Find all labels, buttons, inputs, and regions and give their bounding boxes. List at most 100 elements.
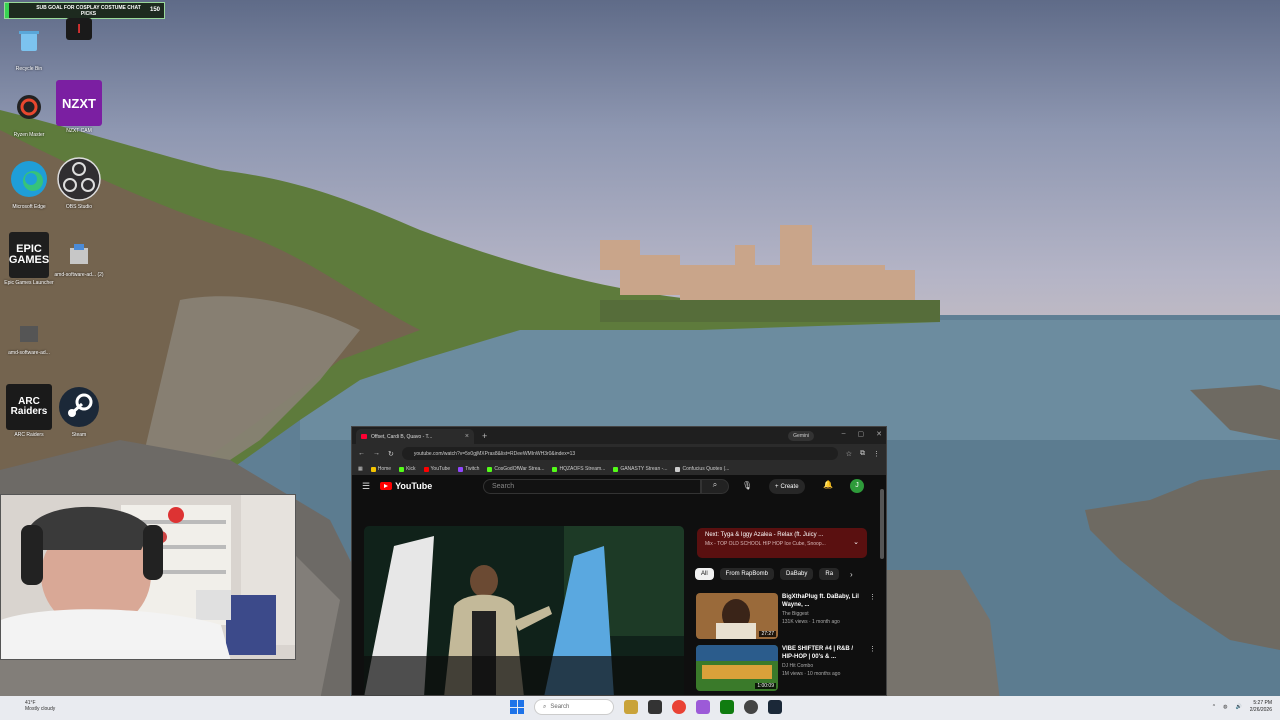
- desktop-icon-edge[interactable]: Microsoft Edge: [4, 156, 54, 210]
- bookmark-star-icon[interactable]: ☆: [846, 450, 852, 458]
- app-icon[interactable]: [696, 700, 710, 714]
- youtube-logo-text: YouTube: [395, 481, 433, 491]
- bookmark-item[interactable]: Twitch: [458, 466, 479, 472]
- scrollbar[interactable]: [880, 489, 884, 559]
- weather-widget[interactable]: 41°F Mostly cloudy: [25, 700, 55, 712]
- bookmark-item[interactable]: Kick: [399, 466, 416, 472]
- notifications-bell-icon[interactable]: 🔔: [823, 480, 833, 489]
- new-tab-button[interactable]: +: [482, 431, 487, 441]
- youtube-search-input[interactable]: Search: [483, 479, 701, 494]
- channel-name[interactable]: The Biggest: [782, 611, 876, 617]
- sub-goal-progress: [5, 3, 9, 18]
- duration-badge: 1:00:09: [755, 683, 776, 689]
- chrome-icon[interactable]: [672, 700, 686, 714]
- network-icon[interactable]: ◍: [1223, 704, 1227, 710]
- desktop-icon-amd-software-2[interactable]: amd-software-ad...: [4, 318, 54, 356]
- chevron-up-icon[interactable]: ^: [1213, 704, 1215, 710]
- bookmark-item[interactable]: Confucius Quotes (...: [675, 466, 729, 472]
- bookmark-item[interactable]: GANASTY Strean -...: [613, 466, 667, 472]
- youtube-logo[interactable]: YouTube: [380, 481, 432, 491]
- taskbar-apps: ⌕ Search: [510, 699, 782, 715]
- terminal-icon[interactable]: [648, 700, 662, 714]
- extensions-icon[interactable]: ⧉: [860, 450, 865, 458]
- bookmark-item[interactable]: CosGodOfWar Strea...: [487, 466, 544, 472]
- gemini-button[interactable]: Gemini: [788, 431, 814, 441]
- chevron-down-icon[interactable]: ⌄: [853, 538, 859, 546]
- file-explorer-icon[interactable]: [624, 700, 638, 714]
- bookmark-favicon-icon: [552, 466, 558, 472]
- obs-taskbar-icon[interactable]: [744, 700, 758, 714]
- clock[interactable]: 5:27 PM 2/26/2026: [1250, 700, 1272, 714]
- avatar[interactable]: J: [850, 479, 864, 493]
- desktop-icon-recycle-bin[interactable]: Recycle Bin: [4, 18, 54, 72]
- bookmark-favicon-icon: [370, 466, 376, 472]
- channel-name[interactable]: DJ Hit Combo: [782, 663, 876, 669]
- desktop-icon-arc-raiders[interactable]: ARC Raiders ARC Raiders: [4, 384, 54, 438]
- video-title[interactable]: VIBE SHIFTER #4 | R&B / HIP-HOP | 00's &…: [782, 645, 876, 661]
- desktop-icon-label: ARC Raiders: [14, 432, 44, 438]
- windows-start-icon[interactable]: [510, 700, 524, 714]
- search-icon: ⌕: [543, 703, 547, 710]
- bookmark-item[interactable]: HQZAOFS Stream...: [552, 466, 605, 472]
- xbox-icon[interactable]: [720, 700, 734, 714]
- list-item[interactable]: 27:27 BigXthaPlug ft. DaBaby, Lil Wayne,…: [696, 593, 876, 641]
- volume-icon[interactable]: 🔊: [1236, 704, 1242, 710]
- minimize-icon[interactable]: –: [842, 430, 846, 438]
- plus-icon: +: [775, 483, 779, 490]
- bookmark-label: YouTube: [430, 466, 451, 472]
- nzxt-cam-icon: NZXT: [56, 80, 102, 126]
- more-options-icon[interactable]: ⋮: [869, 593, 876, 601]
- desktop-icon-label: amd-software-ad...: [8, 350, 50, 356]
- desktop-icon-obs[interactable]: OBS Studio: [54, 156, 104, 210]
- desktop-icon-ryzen-master[interactable]: Ryzen Master: [4, 84, 54, 138]
- microphone-icon[interactable]: 🎙: [742, 481, 752, 490]
- tab-bar: Offset, Cardi B, Quavo - T... × + Gemini…: [352, 427, 886, 444]
- desktop-icon-nzxt-cam[interactable]: NZXT NZXT CAM: [54, 80, 104, 134]
- clock-time: 5:27 PM: [1253, 700, 1272, 706]
- desktop-icon-steam[interactable]: Steam: [54, 384, 104, 438]
- steam-taskbar-icon[interactable]: [768, 700, 782, 714]
- video-player[interactable]: [364, 526, 684, 695]
- video-title[interactable]: BigXthaPlug ft. DaBaby, Lil Wayne, ...: [782, 593, 876, 609]
- ryzen-master-icon: [6, 84, 52, 130]
- system-tray: ^ ◍ 🔊 5:27 PM 2/26/2026: [1213, 700, 1272, 714]
- back-icon[interactable]: ←: [358, 450, 365, 457]
- steam-icon: [56, 384, 102, 430]
- close-window-icon[interactable]: ✕: [876, 430, 882, 438]
- search-button[interactable]: ⌕: [701, 479, 729, 494]
- menu-dots-icon[interactable]: ⋮: [873, 450, 880, 458]
- more-options-icon[interactable]: ⋮: [869, 645, 876, 653]
- create-button[interactable]: + Create: [769, 479, 805, 494]
- maximize-icon[interactable]: ▢: [858, 430, 865, 438]
- desktop-icon-label: amd-software-ad... (2): [54, 272, 104, 278]
- desktop-icon-label: Steam: [71, 432, 87, 438]
- create-label: Create: [780, 483, 799, 490]
- chip-all[interactable]: All: [695, 568, 714, 580]
- desktop-icon-epic-games[interactable]: EPIC GAMES Epic Games Launcher: [4, 232, 54, 286]
- bookmark-item[interactable]: YouTube: [423, 466, 451, 472]
- chip-more[interactable]: Ra: [819, 568, 840, 580]
- bookmark-item[interactable]: Home: [370, 466, 391, 472]
- chip-from-rapbomb[interactable]: From RapBomb: [719, 568, 775, 580]
- next-up-panel[interactable]: Next: Tyga & Iggy Azalea - Relax (ft. Ju…: [697, 528, 867, 558]
- weather-desc: Mostly cloudy: [25, 706, 56, 712]
- chip-dababy[interactable]: DaBaby: [780, 568, 814, 580]
- hamburger-menu-icon[interactable]: ☰: [362, 481, 370, 492]
- url-field[interactable]: youtube.com/watch?v=5x0gjMXPras8&list=RD…: [401, 447, 838, 460]
- apps-grid-icon[interactable]: ▦: [358, 466, 363, 472]
- video-thumbnail[interactable]: 1:00:09: [696, 645, 778, 691]
- list-item[interactable]: 1:00:09 VIBE SHIFTER #4 | R&B / HIP-HOP …: [696, 645, 876, 693]
- video-thumbnail[interactable]: 27:27: [696, 593, 778, 639]
- desktop-icon-amd-software[interactable]: amd-software-ad... (2): [54, 240, 104, 278]
- tab-title: Offset, Cardi B, Quavo - T...: [371, 433, 433, 440]
- chevron-right-icon[interactable]: ›: [850, 570, 853, 579]
- forward-icon[interactable]: →: [373, 450, 380, 457]
- arc-raiders-icon: ARC Raiders: [6, 384, 52, 430]
- reload-icon[interactable]: ↻: [388, 450, 394, 458]
- browser-window[interactable]: Offset, Cardi B, Quavo - T... × + Gemini…: [351, 426, 887, 696]
- close-tab-icon[interactable]: ×: [465, 433, 469, 440]
- desktop-icon-app[interactable]: l: [54, 18, 104, 40]
- taskbar-search[interactable]: ⌕ Search: [534, 699, 614, 715]
- view-count: 1M views · 10 months ago: [782, 671, 841, 677]
- browser-tab-active[interactable]: Offset, Cardi B, Quavo - T... ×: [356, 429, 474, 444]
